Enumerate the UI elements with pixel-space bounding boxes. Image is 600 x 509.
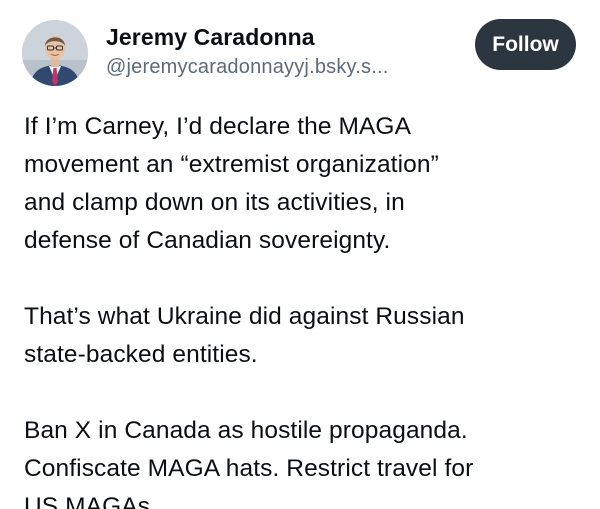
avatar[interactable] [22, 20, 88, 86]
social-post: Jeremy Caradonna @jeremycaradonnayyj.bsk… [0, 0, 600, 509]
author-handle[interactable]: @jeremycaradonnayyj.bsky.s... [106, 56, 389, 79]
author-name[interactable]: Jeremy Caradonna [106, 24, 315, 51]
post-paragraph: If I’m Carney, I’d declare the MAGA move… [24, 113, 439, 254]
follow-button[interactable]: Follow [475, 19, 576, 70]
post-paragraph: That’s what Ukraine did against Russian … [24, 303, 465, 368]
profile-photo-icon [22, 20, 88, 86]
post-body: If I’m Carney, I’d declare the MAGA move… [24, 108, 590, 509]
post-paragraph: Ban X in Canada as hostile propaganda. C… [24, 417, 474, 509]
